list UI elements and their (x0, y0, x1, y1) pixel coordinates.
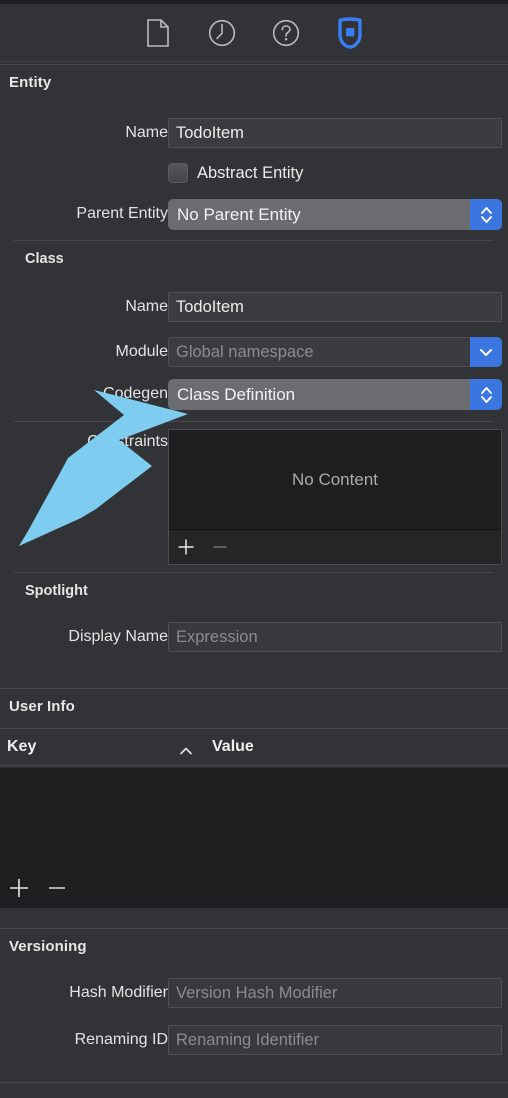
section-title-class: Class (25, 251, 64, 267)
row-hash-modifier: Hash Modifier Version Hash Modifier (0, 978, 508, 1008)
section-header-user-info: User Info (0, 688, 508, 726)
codegen-popup-button[interactable]: Class Definition (168, 379, 502, 410)
inspector-toolbar (0, 4, 508, 62)
module-input[interactable]: Global namespace (168, 337, 478, 367)
class-name-label: Name (125, 298, 168, 315)
section-header-entity: Entity (0, 64, 508, 100)
parent-entity-popup[interactable]: No Parent Entity (168, 199, 502, 230)
abstract-entity-label: Abstract Entity (197, 163, 304, 182)
data-model-inspector-icon[interactable] (333, 16, 367, 50)
section-header-class: Class (0, 240, 508, 278)
parent-entity-label: Parent Entity (76, 205, 168, 222)
divider-constraints (14, 421, 494, 422)
section-title-user-info: User Info (9, 698, 75, 715)
section-title-spotlight: Spotlight (25, 583, 88, 599)
constraints-table-footer (169, 529, 501, 564)
history-inspector-icon[interactable] (205, 16, 239, 50)
entity-name-input[interactable]: TodoItem (168, 118, 502, 148)
class-name-input[interactable]: TodoItem (168, 292, 502, 322)
chevron-updown-icon[interactable] (470, 379, 502, 410)
section-header-versioning: Versioning (0, 928, 508, 966)
chevron-down-icon[interactable] (470, 337, 502, 367)
module-label: Module (115, 343, 168, 360)
abstract-entity-checkbox[interactable] (168, 163, 188, 183)
user-info-value-column-header[interactable]: Value (212, 738, 254, 756)
remove-constraint-button[interactable] (203, 538, 237, 556)
hash-modifier-label: Hash Modifier (69, 984, 168, 1001)
user-info-table-footer (0, 868, 508, 908)
file-inspector-icon[interactable] (141, 16, 175, 50)
display-name-label: Display Name (68, 628, 168, 645)
sort-ascending-icon (178, 743, 194, 761)
renaming-id-input[interactable]: Renaming Identifier (168, 1025, 502, 1055)
section-title-entity: Entity (9, 74, 52, 91)
data-model-inspector-panel: Entity Name TodoItem Abstract Entity Par… (0, 0, 508, 1098)
section-title-versioning: Versioning (9, 938, 87, 955)
entity-name-label: Name (125, 124, 168, 141)
codegen-value: Class Definition (177, 384, 296, 404)
constraints-table[interactable]: No Content (168, 429, 502, 565)
row-renaming-id: Renaming ID Renaming Identifier (0, 1025, 508, 1055)
row-module: Module Global namespace (0, 337, 508, 367)
user-info-table-body[interactable] (0, 768, 508, 868)
display-name-input[interactable]: Expression (168, 622, 502, 652)
row-codegen: Codegen Class Definition (0, 379, 508, 410)
parent-entity-value: No Parent Entity (177, 204, 301, 224)
section-header-spotlight: Spotlight (0, 572, 508, 610)
divider-bottom (0, 1082, 508, 1083)
row-parent-entity: Parent Entity No Parent Entity (0, 199, 508, 230)
codegen-label: Codegen (103, 385, 168, 402)
add-user-info-button[interactable] (0, 877, 38, 899)
chevron-updown-icon[interactable] (470, 199, 502, 230)
remove-user-info-button[interactable] (38, 877, 76, 899)
constraints-label: Constraints (87, 433, 168, 450)
constraints-empty-message: No Content (292, 470, 378, 489)
row-class-name: Name TodoItem (0, 292, 508, 322)
row-entity-name: Name TodoItem (0, 118, 508, 148)
row-display-name: Display Name Expression (0, 622, 508, 652)
add-constraint-button[interactable] (169, 538, 203, 556)
quick-help-inspector-icon[interactable] (269, 16, 303, 50)
hash-modifier-input[interactable]: Version Hash Modifier (168, 978, 502, 1008)
module-combo[interactable]: Global namespace (168, 337, 502, 367)
user-info-key-column-header[interactable]: Key (7, 738, 36, 756)
user-info-table-header: Key Value (0, 728, 508, 766)
pointer-arrow-icon (19, 390, 188, 546)
abstract-entity-checkbox-row[interactable]: Abstract Entity (168, 163, 303, 183)
renaming-id-label: Renaming ID (74, 1031, 168, 1048)
